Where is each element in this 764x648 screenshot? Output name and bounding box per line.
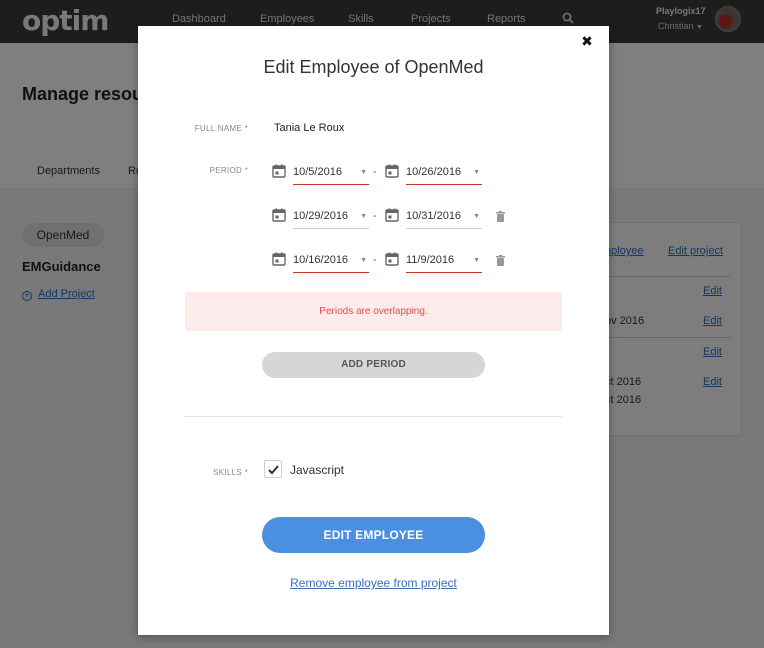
chevron-down-icon: ▼ xyxy=(360,169,367,176)
end-date-picker[interactable]: 10/26/2016 ▼ xyxy=(406,162,482,185)
full-name-value: Tania Le Roux xyxy=(274,122,345,134)
start-date-value: 10/29/2016 xyxy=(293,210,349,222)
period-row: 10/5/2016 ▼ - 10/26/2016 ▼ xyxy=(270,162,520,188)
end-date-picker[interactable]: 10/31/2016 ▼ xyxy=(406,206,482,229)
chevron-down-icon: ▼ xyxy=(473,257,480,264)
end-date-value: 11/9/2016 xyxy=(406,254,455,266)
edit-employee-button[interactable]: EDIT EMPLOYEE xyxy=(262,517,485,553)
skills-label: SKILLS * xyxy=(213,468,248,477)
error-message: Periods are overlapping. xyxy=(185,292,562,331)
calendar-icon[interactable] xyxy=(272,252,286,266)
period-row: 10/29/2016 ▼ - 10/31/2016 ▼ xyxy=(270,206,520,232)
edit-employee-modal: ✖ Edit Employee of OpenMed FULL NAME * T… xyxy=(138,26,609,635)
start-date-picker[interactable]: 10/5/2016 ▼ xyxy=(293,162,369,185)
checkmark-icon xyxy=(268,465,279,475)
start-date-value: 10/16/2016 xyxy=(293,254,349,266)
start-date-picker[interactable]: 10/16/2016 ▼ xyxy=(293,250,369,273)
chevron-down-icon: ▼ xyxy=(473,213,480,220)
remove-employee-link[interactable]: Remove employee from project xyxy=(138,576,609,590)
modal-title: Edit Employee of OpenMed xyxy=(263,57,484,77)
date-separator: - xyxy=(373,210,377,222)
skill-label: Javascript xyxy=(290,463,345,477)
calendar-icon[interactable] xyxy=(272,208,286,222)
end-date-value: 10/31/2016 xyxy=(406,210,462,222)
full-name-label: FULL NAME * xyxy=(194,124,248,133)
start-date-picker[interactable]: 10/29/2016 ▼ xyxy=(293,206,369,229)
add-period-button[interactable]: ADD PERIOD xyxy=(262,352,485,378)
calendar-icon[interactable] xyxy=(272,164,286,178)
chevron-down-icon: ▼ xyxy=(473,169,480,176)
end-date-value: 10/26/2016 xyxy=(406,166,462,178)
divider xyxy=(185,416,562,417)
end-date-picker[interactable]: 11/9/2016 ▼ xyxy=(406,250,482,273)
trash-icon[interactable] xyxy=(496,211,505,222)
start-date-value: 10/5/2016 xyxy=(293,166,342,178)
calendar-icon[interactable] xyxy=(385,164,399,178)
trash-icon[interactable] xyxy=(496,255,505,266)
calendar-icon[interactable] xyxy=(385,252,399,266)
calendar-icon[interactable] xyxy=(385,208,399,222)
date-separator: - xyxy=(373,166,377,178)
close-icon[interactable]: ✖ xyxy=(579,33,595,49)
skill-checkbox[interactable] xyxy=(264,460,282,478)
chevron-down-icon: ▼ xyxy=(360,257,367,264)
period-label: PERIOD * xyxy=(209,166,248,175)
period-row: 10/16/2016 ▼ - 11/9/2016 ▼ xyxy=(270,250,520,276)
chevron-down-icon: ▼ xyxy=(360,213,367,220)
date-separator: - xyxy=(373,254,377,266)
